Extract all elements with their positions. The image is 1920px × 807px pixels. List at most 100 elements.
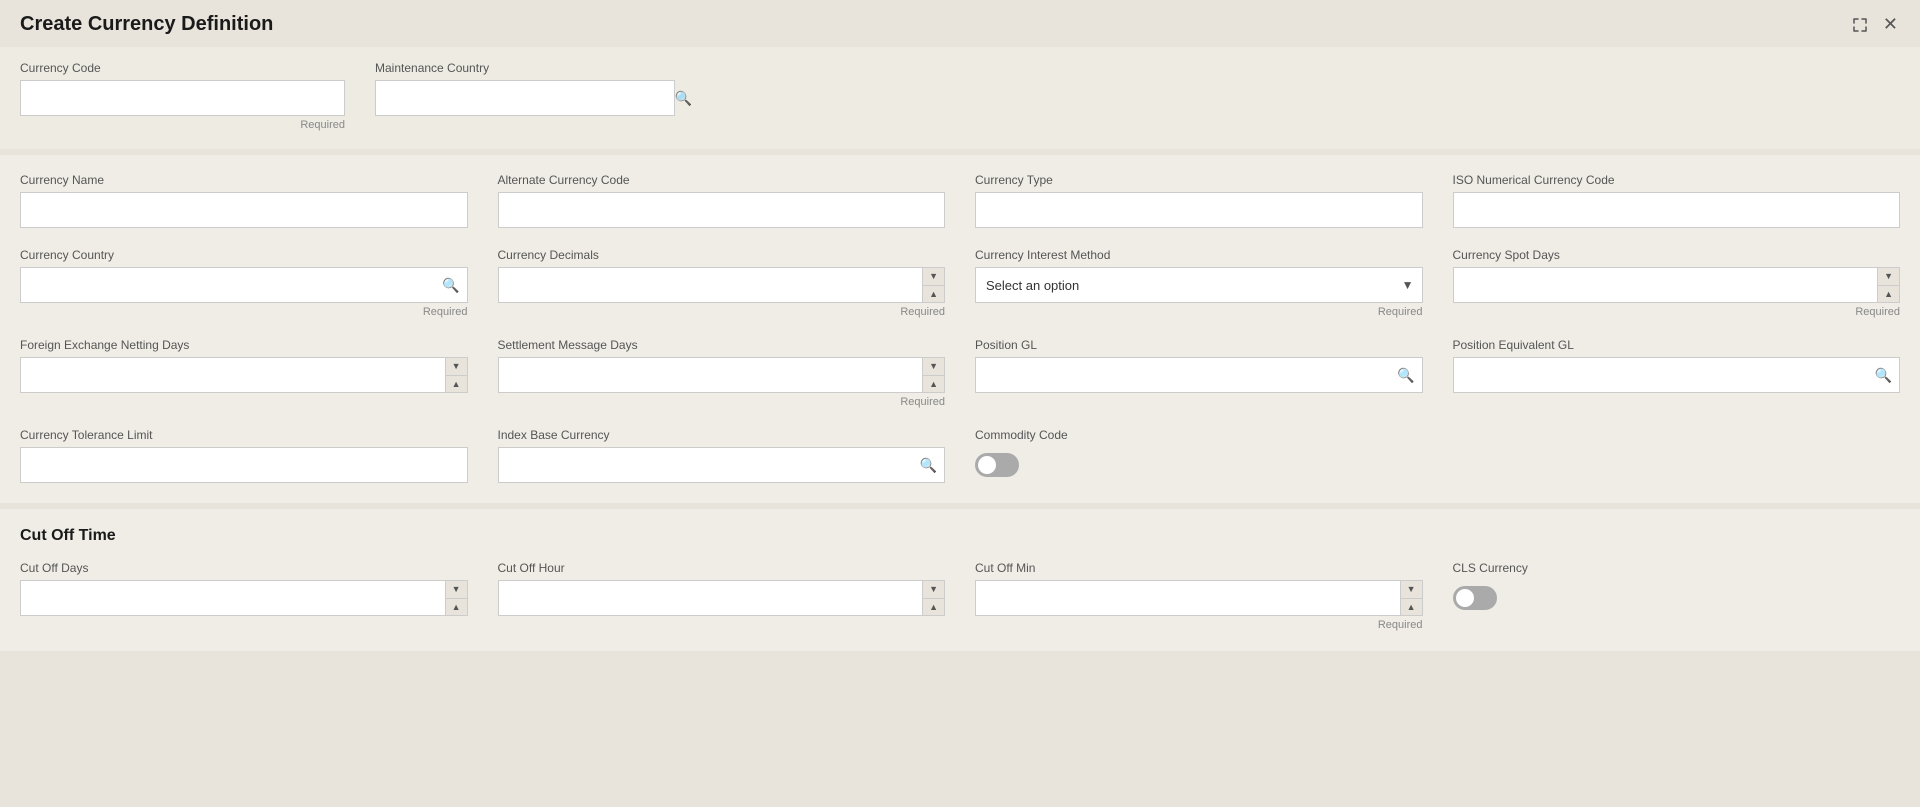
close-button[interactable]: ✕: [1881, 12, 1900, 37]
currency-country-group: Currency Country 🔍 Required: [20, 248, 468, 318]
currency-name-input[interactable]: [20, 192, 468, 228]
cut-off-min-group: Cut Off Min ▼ ▲ Required: [975, 561, 1423, 631]
currency-tolerance-limit-label: Currency Tolerance Limit: [20, 428, 468, 442]
fx-netting-days-input[interactable]: [21, 358, 445, 392]
index-base-currency-group: Index Base Currency 🔍: [498, 428, 946, 483]
section-main-fields: Currency Name Alternate Currency Code Cu…: [0, 155, 1920, 503]
commodity-code-label: Commodity Code: [975, 428, 1423, 442]
currency-interest-method-required: Required: [975, 306, 1423, 318]
maximize-button[interactable]: [1849, 14, 1871, 36]
settlement-message-days-up-btn[interactable]: ▲: [923, 376, 944, 393]
cut-off-min-input[interactable]: [976, 581, 1400, 615]
cut-off-days-group: Cut Off Days ▼ ▲: [20, 561, 468, 631]
settlement-message-days-input[interactable]: [499, 358, 923, 392]
fx-netting-days-down-btn[interactable]: ▼: [446, 358, 467, 376]
fx-netting-days-spinner: ▼ ▲: [20, 357, 468, 393]
cut-off-days-up-btn[interactable]: ▲: [446, 599, 467, 616]
cut-off-days-label: Cut Off Days: [20, 561, 468, 575]
position-equivalent-gl-group: Position Equivalent GL 🔍: [1453, 338, 1901, 408]
position-equivalent-gl-input-wrapper: 🔍: [1453, 357, 1901, 393]
currency-country-label: Currency Country: [20, 248, 468, 262]
cut-off-hour-input[interactable]: [499, 581, 923, 615]
cls-currency-label: CLS Currency: [1453, 561, 1901, 575]
cut-off-hour-down-btn[interactable]: ▼: [923, 581, 944, 599]
currency-name-group: Currency Name: [20, 173, 468, 228]
settlement-message-days-down-btn[interactable]: ▼: [923, 358, 944, 376]
index-base-currency-label: Index Base Currency: [498, 428, 946, 442]
currency-spot-days-input[interactable]: [1454, 268, 1878, 302]
currency-interest-method-group: Currency Interest Method Select an optio…: [975, 248, 1423, 318]
maintenance-country-group: Maintenance Country 🔍: [375, 61, 700, 131]
alternate-currency-code-label: Alternate Currency Code: [498, 173, 946, 187]
cut-off-min-up-btn[interactable]: ▲: [1401, 599, 1422, 616]
position-gl-label: Position GL: [975, 338, 1423, 352]
currency-country-input[interactable]: [20, 267, 468, 303]
currency-decimals-up-btn[interactable]: ▲: [923, 286, 944, 303]
commodity-code-toggle[interactable]: [975, 453, 1019, 477]
maximize-icon: [1851, 16, 1869, 34]
position-equivalent-gl-input[interactable]: [1453, 357, 1901, 393]
maintenance-country-search-icon: 🔍: [675, 90, 692, 107]
currency-country-input-wrapper: 🔍: [20, 267, 468, 303]
currency-code-input[interactable]: [20, 80, 345, 116]
cut-off-hour-up-btn[interactable]: ▲: [923, 599, 944, 616]
currency-interest-method-label: Currency Interest Method: [975, 248, 1423, 262]
cut-off-min-label: Cut Off Min: [975, 561, 1423, 575]
maintenance-country-input[interactable]: [375, 80, 675, 116]
close-icon: ✕: [1883, 14, 1898, 35]
cut-off-min-spinner: ▼ ▲: [975, 580, 1423, 616]
currency-tolerance-limit-input[interactable]: [20, 447, 468, 483]
currency-decimals-label: Currency Decimals: [498, 248, 946, 262]
currency-spot-days-required: Required: [1453, 306, 1901, 318]
settlement-message-days-spinner-buttons: ▼ ▲: [922, 358, 944, 392]
currency-spot-days-spinner-buttons: ▼ ▲: [1877, 268, 1899, 302]
currency-spot-days-group: Currency Spot Days ▼ ▲ Required: [1453, 248, 1901, 318]
currency-interest-method-dropdown: Select an option ▼: [975, 267, 1423, 303]
settlement-message-days-label: Settlement Message Days: [498, 338, 946, 352]
iso-numerical-group: ISO Numerical Currency Code: [1453, 173, 1901, 228]
settlement-message-days-spinner: ▼ ▲: [498, 357, 946, 393]
currency-spot-days-down-btn[interactable]: ▼: [1878, 268, 1899, 286]
currency-interest-method-select[interactable]: Select an option: [976, 270, 1422, 301]
cut-off-hour-spinner: ▼ ▲: [498, 580, 946, 616]
index-base-currency-input[interactable]: [498, 447, 946, 483]
cut-off-time-grid: Cut Off Days ▼ ▲ Cut Off Hour ▼ ▲: [20, 561, 1900, 631]
cls-currency-toggle-wrapper: [1453, 586, 1901, 610]
iso-numerical-input[interactable]: [1453, 192, 1901, 228]
currency-type-label: Currency Type: [975, 173, 1423, 187]
currency-country-required: Required: [20, 306, 468, 318]
position-gl-input[interactable]: [975, 357, 1423, 393]
currency-spot-days-label: Currency Spot Days: [1453, 248, 1901, 262]
currency-spot-days-up-btn[interactable]: ▲: [1878, 286, 1899, 303]
currency-decimals-required: Required: [498, 306, 946, 318]
currency-type-input[interactable]: [975, 192, 1423, 228]
cut-off-hour-spinner-buttons: ▼ ▲: [922, 581, 944, 615]
empty-col-row4: [1453, 428, 1901, 483]
header: Create Currency Definition ✕: [0, 0, 1920, 47]
currency-tolerance-limit-group: Currency Tolerance Limit: [20, 428, 468, 483]
cut-off-days-spinner-buttons: ▼ ▲: [445, 581, 467, 615]
commodity-code-slider: [975, 453, 1019, 477]
page-container: Create Currency Definition ✕ Currency Co…: [0, 0, 1920, 807]
fx-netting-days-spinner-buttons: ▼ ▲: [445, 358, 467, 392]
cut-off-days-down-btn[interactable]: ▼: [446, 581, 467, 599]
cut-off-min-down-btn[interactable]: ▼: [1401, 581, 1422, 599]
cut-off-days-input[interactable]: [21, 581, 445, 615]
alternate-currency-code-input[interactable]: [498, 192, 946, 228]
cut-off-hour-label: Cut Off Hour: [498, 561, 946, 575]
fx-netting-days-up-btn[interactable]: ▲: [446, 376, 467, 393]
index-base-currency-input-wrapper: 🔍: [498, 447, 946, 483]
commodity-code-toggle-wrapper: [975, 453, 1423, 477]
fx-netting-days-label: Foreign Exchange Netting Days: [20, 338, 468, 352]
cut-off-min-required: Required: [975, 619, 1423, 631]
currency-decimals-spinner-buttons: ▼ ▲: [922, 268, 944, 302]
cut-off-time-title: Cut Off Time: [20, 527, 1900, 545]
currency-decimals-input[interactable]: [499, 268, 923, 302]
currency-decimals-down-btn[interactable]: ▼: [923, 268, 944, 286]
position-gl-group: Position GL 🔍: [975, 338, 1423, 408]
position-equivalent-gl-label: Position Equivalent GL: [1453, 338, 1901, 352]
settlement-message-days-group: Settlement Message Days ▼ ▲ Required: [498, 338, 946, 408]
settlement-message-days-required: Required: [498, 396, 946, 408]
commodity-code-group: Commodity Code: [975, 428, 1423, 483]
cls-currency-toggle[interactable]: [1453, 586, 1497, 610]
